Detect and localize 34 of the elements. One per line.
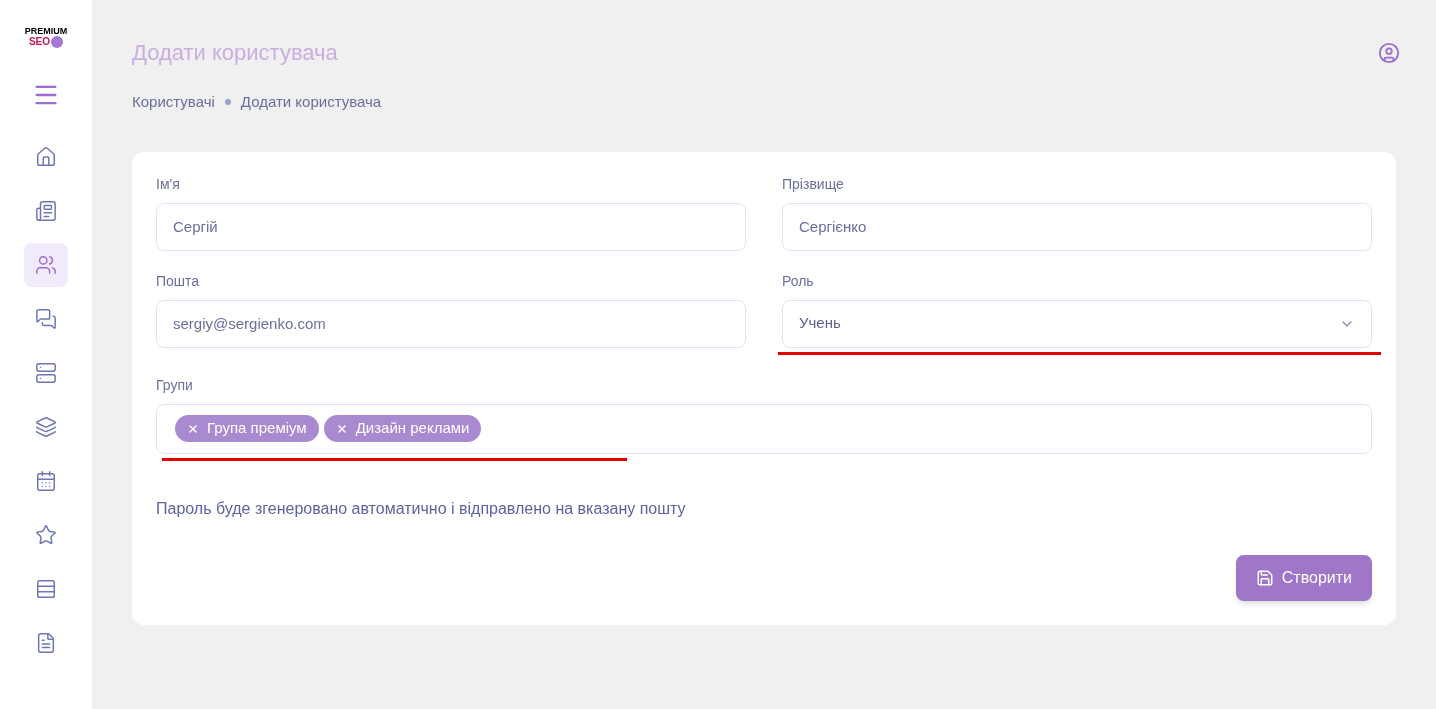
document-icon [35, 632, 57, 654]
rows-icon [35, 578, 57, 600]
home-icon [35, 146, 57, 168]
password-note: Пароль буде згенеровано автоматично і відправлено на вказану пошту [156, 498, 687, 519]
create-button[interactable]: Створити [1235, 554, 1372, 601]
breadcrumb-link[interactable]: Додати користувача [240, 91, 382, 114]
nav-item[interactable] [24, 243, 68, 287]
user-icon[interactable] [1378, 41, 1400, 64]
group-tag: Група преміум [175, 415, 319, 442]
remove-icon[interactable] [187, 422, 199, 435]
field-label: Групи [156, 375, 194, 395]
breadcrumb-link[interactable]: Користувачі [132, 91, 215, 114]
logo-text: SEO [28, 36, 64, 48]
field-label: Ім'я [156, 174, 181, 194]
logo-text: PREMIUM [24, 27, 68, 36]
layers-icon [35, 416, 57, 438]
role-select[interactable]: Учень [782, 299, 1372, 348]
field-label: Прізвище [782, 174, 845, 194]
remove-icon[interactable] [335, 422, 348, 435]
chat-icon [35, 308, 57, 330]
calendar-icon [35, 470, 57, 492]
groups-field[interactable]: Група преміум Дизайн реклами [156, 403, 1372, 454]
server-icon [35, 362, 57, 384]
newspaper-icon [35, 200, 57, 222]
group-tag: Дизайн реклами [323, 415, 482, 442]
page-title: Додати користувача [132, 39, 338, 67]
text-field[interactable]: Сергій [156, 202, 746, 251]
users-icon [35, 254, 57, 276]
field-label: Роль [782, 271, 815, 291]
text-field[interactable]: sergiy@sergienko.com [156, 299, 746, 348]
field-label: Пошта [156, 271, 201, 291]
star-icon [35, 524, 57, 546]
save-icon [1255, 568, 1274, 587]
text-field[interactable]: Сергієнко [782, 202, 1372, 251]
